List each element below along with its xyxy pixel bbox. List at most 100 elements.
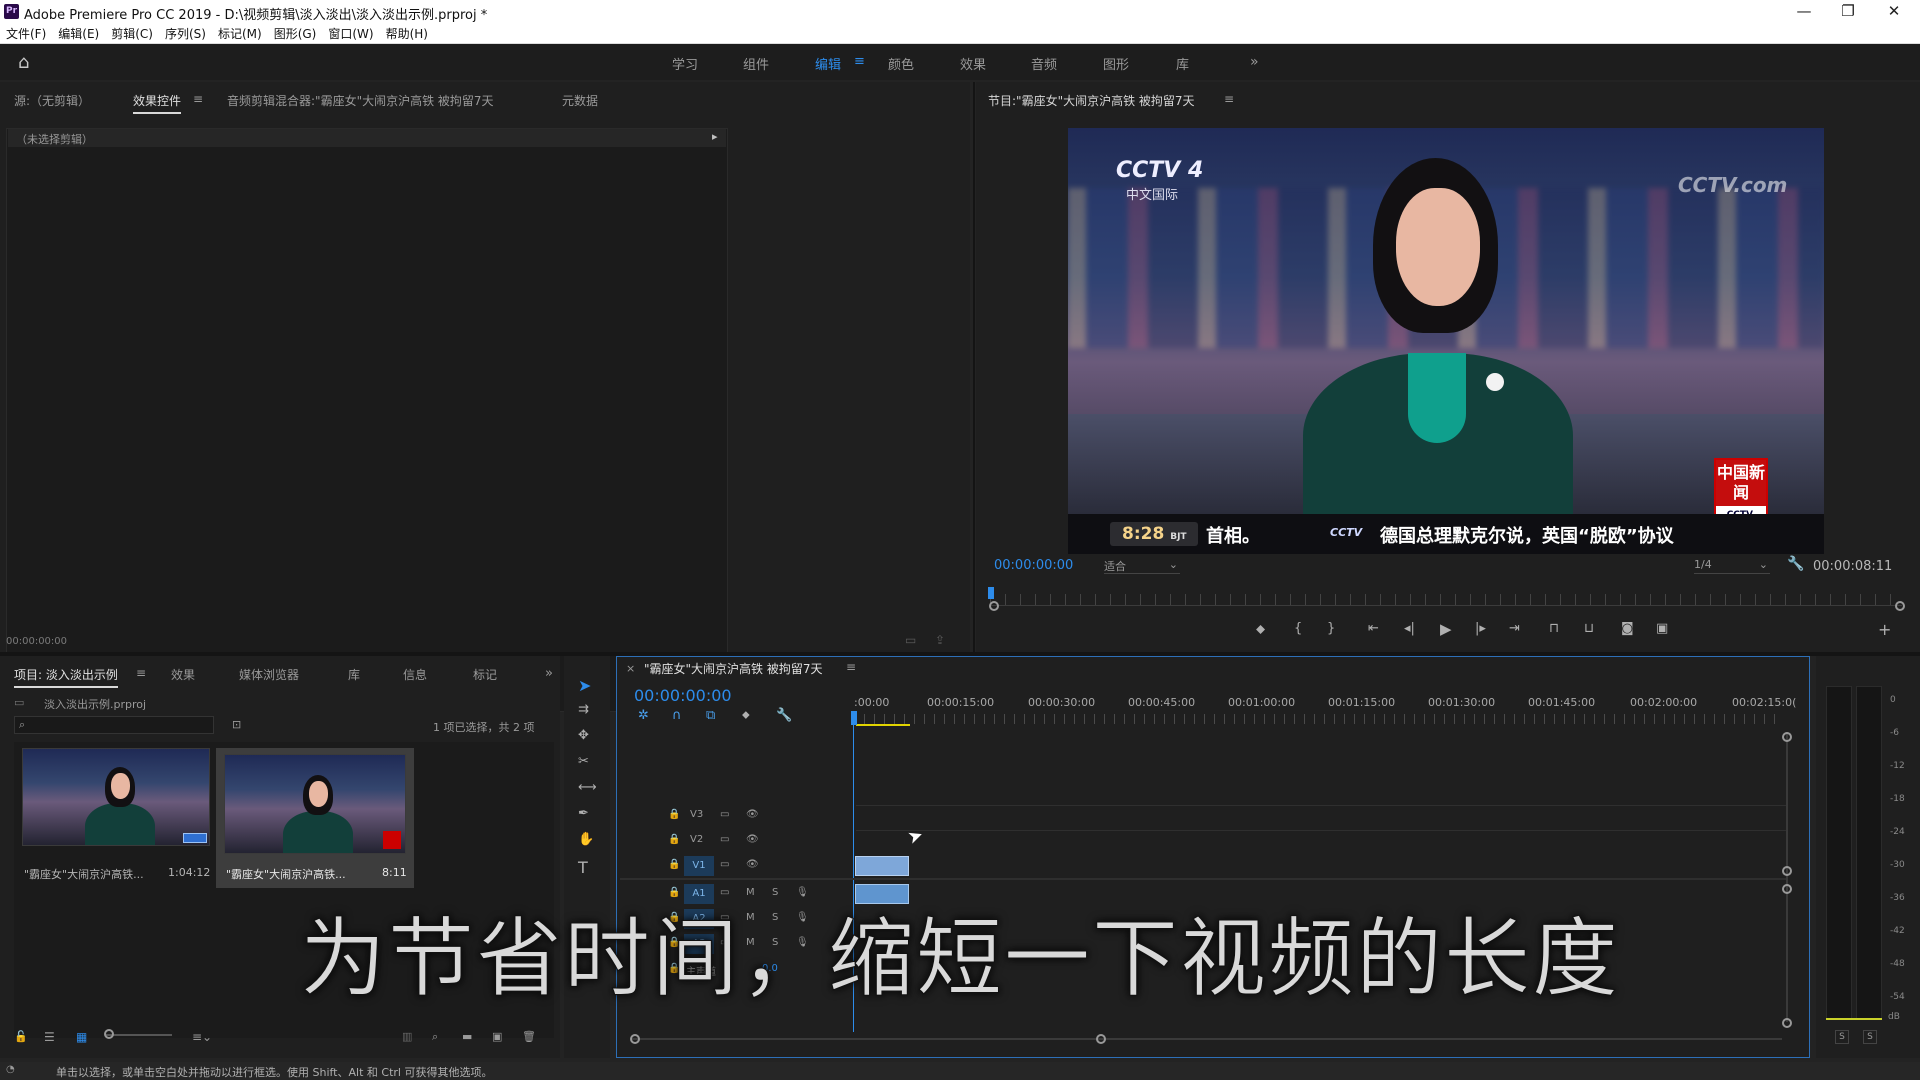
find-icon[interactable]: ⌕ [432, 1030, 438, 1044]
menu-file[interactable]: 文件(F) [6, 25, 46, 42]
resolution-dropdown[interactable]: 1/4 ⌄ [1694, 558, 1770, 574]
icon-view-icon[interactable]: ▦ [76, 1030, 87, 1044]
comparison-view-icon[interactable]: ▣ [1656, 621, 1668, 636]
tab-effects[interactable]: 效果 [171, 666, 195, 683]
razor-tool-icon[interactable]: ✂ [578, 754, 589, 769]
restore-icon[interactable]: ❐ [1828, 0, 1868, 24]
tab-media-browser[interactable]: 媒体浏览器 [239, 666, 299, 683]
solo-left-button[interactable]: S [1835, 1030, 1849, 1044]
program-playhead[interactable] [988, 587, 994, 599]
extract-icon[interactable]: ⊔ [1584, 621, 1594, 636]
step-back-icon[interactable]: ◂| [1404, 621, 1415, 636]
workspace-libraries[interactable]: 库 [1176, 54, 1189, 73]
list-view-icon[interactable]: ☰ [44, 1030, 55, 1044]
workspace-menu-icon[interactable]: ≡ [854, 54, 865, 69]
timeline-close-icon[interactable]: × [626, 662, 635, 675]
v-scroll-handle[interactable] [1782, 1018, 1792, 1028]
program-time-ruler[interactable] [990, 594, 1902, 606]
workspace-graphics[interactable]: 图形 [1103, 54, 1129, 73]
playhead-handle[interactable] [851, 711, 857, 725]
wrench-icon[interactable]: 🔧 [1787, 556, 1804, 572]
track-source-v1[interactable]: V1 [684, 856, 714, 876]
video-clip[interactable] [855, 856, 909, 876]
export-frame-icon[interactable]: ▭ [905, 633, 916, 647]
tab-metadata[interactable]: 元数据 [562, 92, 598, 109]
linked-selection-icon[interactable]: ⧉ [706, 708, 715, 723]
workspace-color[interactable]: 颜色 [888, 54, 914, 73]
selection-tool-icon[interactable]: ➤ [578, 676, 591, 695]
hand-tool-icon[interactable]: ✋ [578, 832, 594, 847]
project-item-thumbnail[interactable] [224, 754, 406, 854]
track-label-v2[interactable]: V2 [690, 834, 703, 845]
eye-icon[interactable]: 👁 [746, 834, 759, 845]
menu-window[interactable]: 窗口(W) [328, 25, 373, 42]
eye-icon[interactable]: 👁 [746, 809, 759, 820]
slip-tool-icon[interactable]: ⟷ [578, 780, 597, 795]
menu-graphics[interactable]: 图形(G) [274, 25, 317, 42]
snap-icon[interactable]: ∩ [672, 708, 682, 723]
timeline-tab[interactable]: "霸座女"大闹京沪高铁 被拘留7天 [644, 660, 823, 677]
go-to-out-icon[interactable]: ⇥ [1509, 621, 1520, 636]
work-area-bar[interactable] [856, 724, 910, 726]
share-icon[interactable]: ⇪ [935, 633, 945, 647]
toggle-sync-icon[interactable]: ▭ [720, 859, 729, 870]
sort-icon[interactable]: ≡⌄ [192, 1030, 212, 1044]
expand-arrow-icon[interactable]: ▸ [712, 130, 718, 143]
export-frame-camera-icon[interactable]: ◙ [1621, 621, 1634, 636]
add-marker-icon[interactable]: ⬥ [1256, 622, 1265, 637]
tab-info[interactable]: 信息 [403, 666, 427, 683]
tab-effect-controls[interactable]: 效果控件 [133, 92, 182, 114]
zoom-slider[interactable] [106, 1034, 172, 1036]
lock-icon[interactable]: 🔒 [668, 834, 680, 845]
new-bin-from-search-icon[interactable]: ⊡ [232, 718, 241, 731]
workspace-editing[interactable]: 编辑 [815, 54, 841, 73]
ripple-edit-tool-icon[interactable]: ✥ [578, 728, 589, 743]
tab-effect-controls-menu-icon[interactable]: ≡ [193, 92, 203, 106]
lock-icon[interactable]: 🔒 [668, 809, 680, 820]
type-tool-icon[interactable]: T [578, 858, 588, 877]
timeline-ruler-ticks[interactable] [854, 714, 1784, 724]
workspace-more-icon[interactable]: » [1250, 54, 1259, 70]
tab-libraries[interactable]: 库 [348, 666, 360, 683]
step-forward-icon[interactable]: |▸ [1475, 621, 1486, 636]
zoom-slider-handle[interactable] [104, 1029, 114, 1039]
close-icon[interactable]: ✕ [1874, 0, 1914, 24]
tab-project-menu-icon[interactable]: ≡ [136, 666, 146, 680]
add-marker-icon[interactable]: ⬥ [742, 708, 750, 722]
menu-clip[interactable]: 剪辑(C) [111, 25, 153, 42]
v-scroll-handle[interactable] [1782, 732, 1792, 742]
lock-icon[interactable]: 🔓 [14, 1030, 28, 1043]
mark-in-icon[interactable]: { [1294, 621, 1302, 636]
timeline-timecode[interactable]: 00:00:00:00 [634, 686, 732, 705]
tab-markers[interactable]: 标记 [473, 666, 497, 683]
program-menu-icon[interactable]: ≡ [1224, 92, 1234, 106]
zoom-handle-left[interactable] [989, 601, 999, 611]
pen-tool-icon[interactable]: ✒ [578, 806, 589, 821]
program-title[interactable]: 节目:"霸座女"大闹京沪高铁 被拘留7天 [988, 92, 1195, 109]
track-label-v3[interactable]: V3 [690, 809, 703, 820]
mark-out-icon[interactable]: } [1327, 621, 1335, 636]
menu-sequence[interactable]: 序列(S) [165, 25, 206, 42]
toggle-sync-icon[interactable]: ▭ [720, 809, 729, 820]
lock-icon[interactable]: 🔒 [668, 859, 680, 870]
toggle-sync-icon[interactable]: ▭ [720, 834, 729, 845]
workspace-effects[interactable]: 效果 [960, 54, 986, 73]
button-editor-plus-icon[interactable]: + [1878, 620, 1891, 639]
menu-help[interactable]: 帮助(H) [386, 25, 428, 42]
new-item-icon[interactable]: ▣ [492, 1030, 502, 1043]
eye-icon[interactable]: 👁 [746, 859, 759, 870]
tab-audio-clip-mixer[interactable]: 音频剪辑混合器:"霸座女"大闹京沪高铁 被拘留7天 [227, 92, 494, 109]
go-to-in-icon[interactable]: ⇤ [1368, 621, 1379, 636]
workspace-audio[interactable]: 音频 [1031, 54, 1057, 73]
play-icon[interactable]: ▶ [1440, 620, 1452, 638]
timeline-zoom-handle-left[interactable] [630, 1034, 640, 1044]
tab-source[interactable]: 源:（无剪辑） [14, 92, 90, 109]
workspace-learn[interactable]: 学习 [672, 54, 698, 73]
trash-icon[interactable]: 🗑 [522, 1030, 536, 1043]
zoom-fit-dropdown[interactable]: 适合 ⌄ [1104, 558, 1180, 574]
menu-edit[interactable]: 编辑(E) [58, 25, 99, 42]
automate-to-sequence-icon[interactable]: ▥ [402, 1030, 412, 1043]
timeline-menu-icon[interactable]: ≡ [846, 660, 856, 674]
menu-marker[interactable]: 标记(M) [218, 25, 262, 42]
v-scroll-handle[interactable] [1782, 866, 1792, 876]
